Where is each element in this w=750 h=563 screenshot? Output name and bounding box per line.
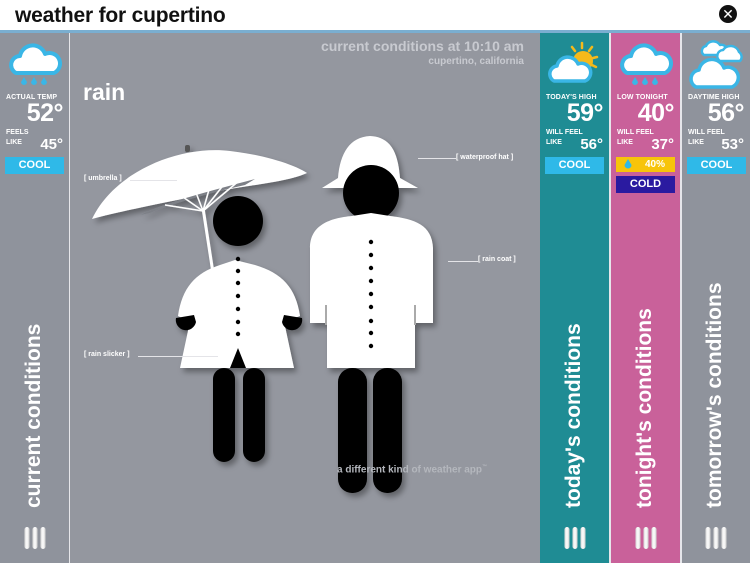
rain-cloud-icon [9,43,62,85]
close-icon: ✕ [722,6,734,22]
feels-label-line2: LIKE [546,139,562,146]
cloudy-icon [689,40,743,89]
app-tagline: a different kind of weather app™ [337,464,487,475]
panel-tab-label: today's conditions [561,323,585,508]
panel-tab-label: tomorrow's conditions [703,282,726,509]
clothing-illustration [92,136,433,493]
will-feel-like-value: 37° [651,136,674,153]
will-feel-like-label: WILL FEEL LIKE [546,128,583,148]
location-label: cupertino, california [428,56,524,67]
comfort-badge: COOL [687,157,746,174]
tagline-text: a different kind of weather app [337,464,483,476]
feels-label-line1: WILL FEEL [617,129,654,136]
leader-line [130,180,177,181]
drag-handle[interactable] [635,527,656,549]
leader-line [448,261,478,262]
precipitation-chance: 40% [644,159,665,170]
current-conditions-panel[interactable]: ACTUAL TEMP 52° FEELS LIKE 45° COOL curr… [0,33,69,563]
feels-label-line1: WILL FEEL [688,129,725,136]
tomorrows-conditions-panel[interactable]: DAYTIME HIGH 56° WILL FEEL LIKE 53° COOL… [682,33,750,563]
conditions-timestamp: current conditions at 10:10 am [320,38,524,54]
rain-cloud-icon [620,43,673,85]
feels-like-label: FEELS LIKE [6,128,29,148]
close-button[interactable]: ✕ [719,5,737,23]
will-feel-like-label: WILL FEEL LIKE [688,128,725,148]
todays-high-value: 59° [566,99,604,127]
will-feel-like-value: 56° [580,136,603,153]
will-feel-like-value: 53° [721,136,744,153]
actual-temp-value: 52° [26,99,64,127]
will-feel-like-label: WILL FEEL LIKE [617,128,654,148]
drag-handle[interactable] [705,527,727,549]
app-title: weather for cupertino [15,4,226,27]
trademark-mark: ™ [482,464,488,470]
feels-label-line1: WILL FEEL [546,129,583,136]
annotation-rain-slicker: [ rain slicker ] [84,351,130,358]
feels-label-line2: LIKE [6,139,22,146]
feels-label-line2: LIKE [617,139,633,146]
condition-title: rain [83,79,126,105]
drag-handle[interactable] [24,527,45,549]
comfort-badge: COOL [5,157,64,174]
daytime-high-value: 56° [707,99,745,127]
precipitation-badge: 40% [616,157,675,172]
right-person-figure [310,136,433,493]
comfort-badge: COOL [545,157,604,174]
raindrop-icon [624,159,632,169]
panel-tab-label: tonight's conditions [632,308,656,508]
leader-line [138,356,218,357]
annotation-rain-coat: [ rain coat ] [478,256,516,263]
panel-tab-label: current conditions [21,323,45,508]
leader-line [418,158,456,159]
drag-handle[interactable] [564,527,585,549]
comfort-badge: COLD [616,176,675,193]
todays-conditions-panel[interactable]: TODAY'S HIGH 59° WILL FEEL LIKE 56° COOL… [540,33,609,563]
low-tonight-value: 40° [637,99,675,127]
annotation-waterproof-hat: [ waterproof hat ] [456,154,514,161]
title-bar: weather for cupertino ✕ [0,0,750,30]
main-conditions-panel: current conditions at 10:10 am cupertino… [70,33,540,563]
feels-label-line2: LIKE [688,139,704,146]
feels-like-value: 45° [40,136,63,153]
annotation-umbrella: [ umbrella ] [84,175,122,182]
tonights-conditions-panel[interactable]: LOW TONIGHT 40° WILL FEEL LIKE 37° 40% C… [611,33,680,563]
left-person-figure [175,196,303,462]
feels-label-line1: FEELS [6,129,29,136]
partly-sunny-icon [548,41,599,83]
